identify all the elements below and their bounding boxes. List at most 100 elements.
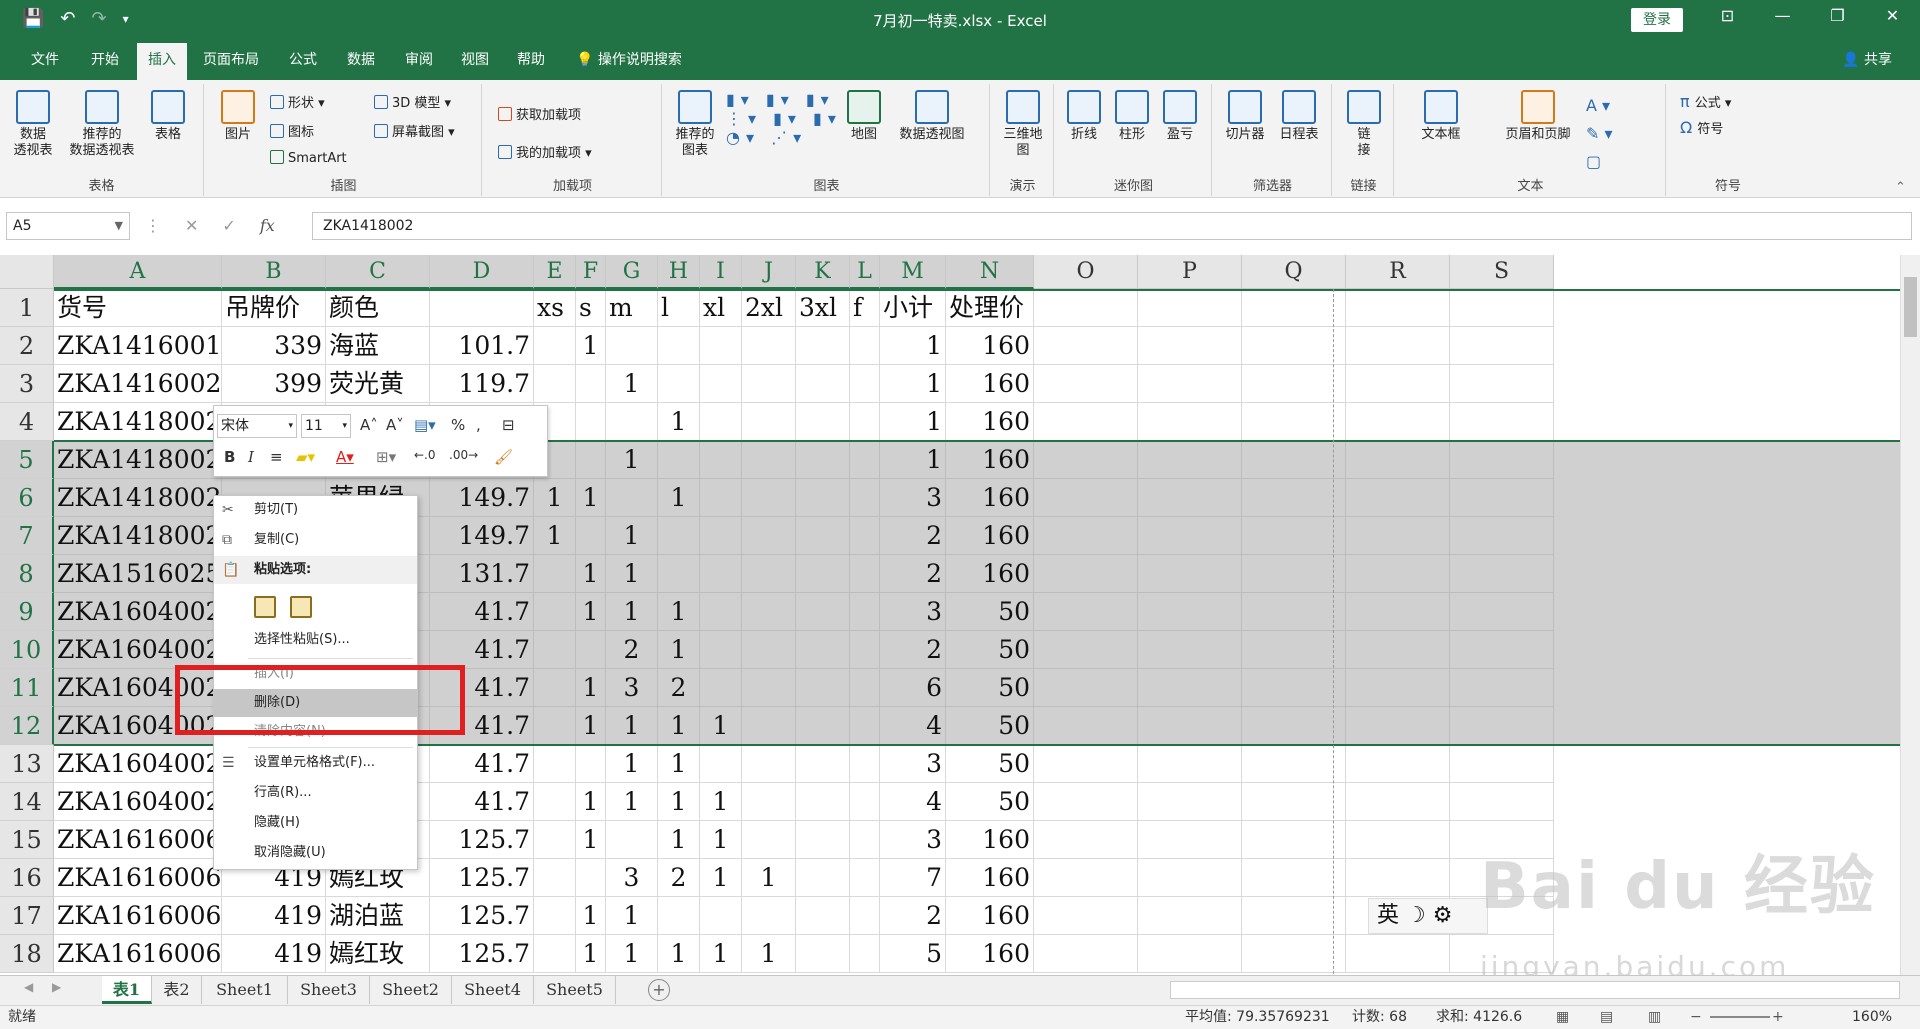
grid-cell[interactable]: 1	[700, 821, 742, 859]
grid-cell[interactable]: ZKA1418002	[54, 403, 222, 441]
menu-item-paste-special[interactable]: 选择性粘贴(S)...	[214, 626, 417, 654]
menu-item-unhide[interactable]: 取消隐藏(U)	[214, 839, 417, 867]
grid-cell[interactable]	[1138, 745, 1242, 783]
column-header[interactable]: F	[576, 255, 606, 289]
grid-cell[interactable]	[1034, 745, 1138, 783]
grid-cell[interactable]: l	[658, 289, 700, 327]
grid-cell[interactable]: 处理价	[946, 289, 1034, 327]
grid-cell[interactable]: 1	[606, 555, 658, 593]
grid-cell[interactable]	[850, 783, 880, 821]
grid-cell[interactable]	[1450, 517, 1554, 555]
grid-cell[interactable]	[796, 365, 850, 403]
row-header[interactable]: 14	[0, 783, 54, 821]
grid-cell[interactable]	[796, 441, 850, 479]
grid-cell[interactable]	[1242, 365, 1346, 403]
horizontal-scrollbar[interactable]	[1170, 981, 1900, 999]
grid-cell[interactable]: 125.7	[430, 935, 534, 973]
grid-cell[interactable]	[534, 707, 576, 745]
grid-cell[interactable]	[1450, 745, 1554, 783]
row-header[interactable]: 12	[0, 707, 54, 745]
grid-cell[interactable]	[742, 403, 796, 441]
grid-cell[interactable]	[1346, 859, 1450, 897]
tab-home[interactable]: 开始	[80, 40, 130, 80]
sheet-nav-left-icon[interactable]: ◀	[24, 980, 33, 994]
grid-cell[interactable]	[1450, 403, 1554, 441]
grid-cell[interactable]: 1	[606, 897, 658, 935]
grid-cell[interactable]	[576, 517, 606, 555]
grid-cell[interactable]: 339	[222, 327, 326, 365]
grid-cell[interactable]	[796, 517, 850, 555]
grid-cell[interactable]: 101.7	[430, 327, 534, 365]
row-header[interactable]: 5	[0, 441, 54, 479]
add-sheet-button[interactable]: +	[648, 979, 670, 1001]
grid-cell[interactable]	[796, 935, 850, 973]
row-header[interactable]: 16	[0, 859, 54, 897]
number-format-icon[interactable]: ▤▾	[414, 416, 436, 434]
grid-cell[interactable]: 160	[946, 517, 1034, 555]
grid-cell[interactable]: 吊牌价	[222, 289, 326, 327]
grid-cell[interactable]: f	[850, 289, 880, 327]
grid-cell[interactable]	[1450, 593, 1554, 631]
ime-toolbar[interactable]: 英 ☽ ⚙	[1368, 898, 1488, 934]
grid-cell[interactable]: 1	[606, 935, 658, 973]
grid-cell[interactable]: 1	[658, 631, 700, 669]
grid-cell[interactable]: 3	[880, 593, 946, 631]
grid-cell[interactable]	[1242, 707, 1346, 745]
grid-cell[interactable]	[1242, 897, 1346, 935]
wrap-format-icon[interactable]: ⊟	[502, 416, 515, 434]
grid-cell[interactable]	[742, 479, 796, 517]
sparkline-column-button[interactable]: 柱形	[1112, 90, 1152, 143]
grid-cell[interactable]: ZKA1416001	[54, 327, 222, 365]
grid-cell[interactable]	[700, 403, 742, 441]
grid-cell[interactable]	[850, 479, 880, 517]
grid-cell[interactable]	[1346, 593, 1450, 631]
grid-cell[interactable]	[700, 593, 742, 631]
grid-cell[interactable]: 2	[658, 859, 700, 897]
percent-icon[interactable]: %	[451, 416, 465, 434]
share-button[interactable]: 👤 共享	[1842, 40, 1892, 80]
sheet-tab-2[interactable]: 表2	[152, 976, 202, 1004]
grid-cell[interactable]	[1034, 517, 1138, 555]
sheet-tab-3[interactable]: Sheet1	[202, 976, 288, 1004]
grid-cell[interactable]: 1	[606, 745, 658, 783]
grid-cell[interactable]: xl	[700, 289, 742, 327]
grid-cell[interactable]: 1	[576, 783, 606, 821]
grid-cell[interactable]: 1	[700, 859, 742, 897]
grid-cell[interactable]: 2	[880, 897, 946, 935]
enter-icon[interactable]: ✓	[222, 216, 235, 235]
grid-cell[interactable]	[1138, 403, 1242, 441]
grid-cell[interactable]: ZKA1604002	[54, 631, 222, 669]
grid-cell[interactable]: 1	[576, 821, 606, 859]
grid-cell[interactable]: 4	[880, 783, 946, 821]
grid-cell[interactable]	[1346, 707, 1450, 745]
grid-cell[interactable]	[1034, 897, 1138, 935]
grid-cell[interactable]	[850, 745, 880, 783]
grid-cell[interactable]	[1346, 403, 1450, 441]
grid-cell[interactable]	[1346, 479, 1450, 517]
tab-page-layout[interactable]: 页面布局	[198, 40, 264, 80]
text-box-button[interactable]: 文本框	[1416, 90, 1466, 143]
grid-cell[interactable]	[534, 593, 576, 631]
grid-cell[interactable]: 41.7	[430, 631, 534, 669]
grid-cell[interactable]	[1242, 669, 1346, 707]
grid-cell[interactable]: 1	[658, 479, 700, 517]
grid-cell[interactable]: ZKA1516025	[54, 555, 222, 593]
zoom-in-icon[interactable]: +	[1772, 1006, 1784, 1028]
grid-cell[interactable]	[1138, 669, 1242, 707]
grid-cell[interactable]	[850, 441, 880, 479]
grid-cell[interactable]	[1034, 403, 1138, 441]
grid-cell[interactable]: 1	[576, 555, 606, 593]
grid-cell[interactable]	[1346, 821, 1450, 859]
grid-cell[interactable]	[1138, 327, 1242, 365]
grid-cell[interactable]	[796, 745, 850, 783]
grid-cell[interactable]	[1346, 631, 1450, 669]
text-extra-icons[interactable]: A ▾ ✎ ▾ ▢	[1586, 92, 1613, 176]
grid-cell[interactable]: 1	[700, 935, 742, 973]
grid-cell[interactable]: 3	[606, 859, 658, 897]
grid-cell[interactable]: 嫣红玫	[326, 935, 430, 973]
grid-cell[interactable]	[850, 859, 880, 897]
slicer-button[interactable]: 切片器	[1220, 90, 1270, 143]
column-header[interactable]: J	[742, 255, 796, 289]
row-header[interactable]: 3	[0, 365, 54, 403]
grid-cell[interactable]	[534, 631, 576, 669]
